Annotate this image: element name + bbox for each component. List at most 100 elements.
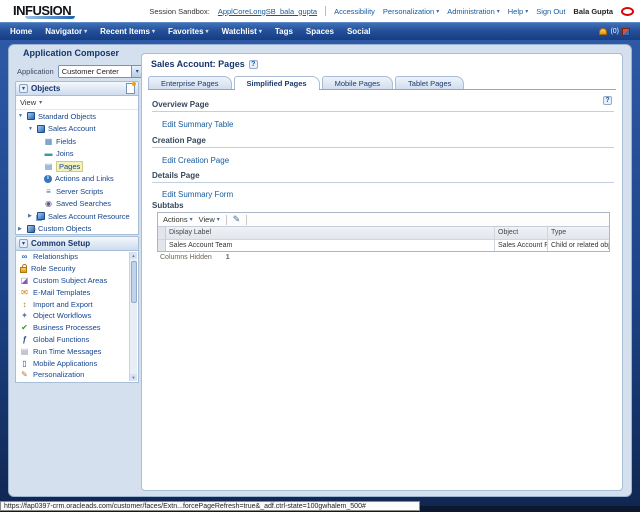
tree-item-pages[interactable]: Pages: [56, 161, 83, 172]
tree-item-actions-and-links[interactable]: Actions and Links: [55, 174, 114, 183]
nav-social[interactable]: Social: [347, 27, 371, 36]
chevron-down-icon: ▾: [436, 8, 439, 15]
edit-summary-form-link[interactable]: Edit Summary Form: [162, 190, 233, 199]
cell-type[interactable]: Child or related object: [548, 240, 609, 251]
creation-page-header: Creation Page: [152, 136, 206, 145]
table-row[interactable]: Sales Account Team Sales Account Resourc…: [158, 239, 609, 251]
tree-item-standard-objects[interactable]: Standard Objects: [38, 112, 96, 121]
new-page-icon[interactable]: [126, 83, 135, 94]
pages-icon: ▤: [44, 162, 53, 171]
mini-app-icon[interactable]: [622, 28, 630, 36]
common-setup-personalization[interactable]: Personalization: [33, 370, 84, 379]
notifications-bell-icon[interactable]: [599, 28, 607, 35]
tree-item-server-scripts[interactable]: Server Scripts: [56, 187, 103, 196]
common-setup-mobile-applications[interactable]: Mobile Applications: [33, 359, 97, 368]
nav-spaces[interactable]: Spaces: [306, 27, 334, 36]
cell-display-label[interactable]: Sales Account Team: [166, 240, 495, 251]
sales-account-pages-panel: Sales Account: Pages ? Enterprise Pages …: [141, 53, 623, 491]
edit-pencil-icon[interactable]: ✎: [233, 214, 241, 225]
scroll-down-icon[interactable]: ▼: [130, 374, 137, 381]
nav-recent-items[interactable]: Recent Items▾: [100, 27, 155, 36]
edit-creation-page-link[interactable]: Edit Creation Page: [162, 156, 229, 165]
tree-item-custom-objects[interactable]: Custom Objects: [38, 224, 91, 233]
object-cube-icon: [37, 125, 45, 133]
chevron-down-icon: ▾: [152, 28, 155, 35]
user-name: Bala Gupta: [573, 7, 613, 16]
actions-menu[interactable]: Actions▾: [163, 215, 193, 224]
list-item: ✦Object Workflows: [16, 310, 138, 322]
cell-object[interactable]: Sales Account Resource: [495, 240, 548, 251]
column-display-label[interactable]: Display Label: [166, 227, 495, 239]
list-item: ✉E-Mail Templates: [16, 286, 138, 298]
tree-item-sales-account-resource[interactable]: Sales Account Resource: [48, 212, 130, 221]
details-page-header: Details Page: [152, 171, 200, 180]
row-selector[interactable]: [158, 240, 166, 251]
sign-out-link[interactable]: Sign Out: [536, 7, 565, 16]
common-setup-role-security[interactable]: Role Security: [31, 264, 76, 273]
check-icon: ✔: [20, 323, 29, 332]
help-icon[interactable]: ?: [249, 60, 258, 69]
tab-simplified-pages[interactable]: Simplified Pages: [234, 76, 320, 89]
help-icon[interactable]: ?: [603, 96, 612, 105]
scrollbar[interactable]: ▲ ▼: [129, 252, 137, 381]
pencil-icon: ✎: [32, 226, 37, 235]
tree-row: i Actions and Links: [16, 173, 138, 186]
edit-summary-table-link[interactable]: Edit Summary Table: [162, 120, 233, 129]
common-setup-relationships[interactable]: Relationships: [33, 252, 78, 261]
messages-icon: ▤: [20, 347, 29, 356]
infusion-logo: INFUSION: [13, 3, 71, 18]
common-setup-business-processes[interactable]: Business Processes: [33, 323, 101, 332]
personalization-link[interactable]: Personalization: [383, 7, 434, 16]
tree-item-saved-searches[interactable]: Saved Searches: [56, 199, 111, 208]
chevron-down-icon: ▾: [497, 8, 500, 15]
objects-accordion-title: Objects: [31, 84, 123, 93]
column-object[interactable]: Object: [495, 227, 548, 239]
tree-item-joins[interactable]: Joins: [56, 149, 74, 158]
list-item: Role Security: [16, 263, 138, 275]
divider: [325, 6, 326, 16]
nav-home[interactable]: Home: [10, 27, 32, 36]
personalization-menu[interactable]: Personalization ▾: [383, 7, 439, 16]
column-type[interactable]: Type: [548, 227, 609, 239]
tree-view-menu[interactable]: View▾: [16, 96, 138, 110]
nav-navigator[interactable]: Navigator▾: [45, 27, 87, 36]
help-link[interactable]: Help: [508, 7, 523, 16]
expand-closed-icon[interactable]: ▶: [28, 213, 34, 219]
administration-link[interactable]: Administration: [447, 7, 495, 16]
tree-item-sales-account[interactable]: Sales Account: [48, 124, 96, 133]
tab-tablet-pages[interactable]: Tablet Pages: [395, 76, 464, 89]
common-setup-run-time-messages[interactable]: Run Time Messages: [33, 347, 101, 356]
nav-watchlist[interactable]: Watchlist▾: [222, 27, 262, 36]
tab-mobile-pages[interactable]: Mobile Pages: [322, 76, 393, 89]
expand-closed-icon[interactable]: ▶: [18, 226, 24, 232]
view-menu[interactable]: View▾: [199, 215, 220, 224]
common-setup-import-and-export[interactable]: Import and Export: [33, 300, 93, 309]
help-menu[interactable]: Help ▾: [508, 7, 528, 16]
objects-accordion-header[interactable]: ▾ Objects: [15, 81, 139, 96]
common-setup-email-templates[interactable]: E-Mail Templates: [33, 288, 90, 297]
divider: [152, 111, 614, 112]
common-setup-object-workflows[interactable]: Object Workflows: [33, 311, 91, 320]
logo-swoosh: [25, 16, 75, 19]
tree-row: ▶ ✎ Custom Objects: [16, 223, 138, 236]
chevron-down-icon: ▾: [217, 216, 220, 223]
collapse-icon[interactable]: ▾: [19, 84, 28, 93]
nav-favorites[interactable]: Favorites▾: [168, 27, 209, 36]
session-sandbox-link[interactable]: ApplCoreLongSB_bala_gupta: [218, 7, 317, 16]
accessibility-link[interactable]: Accessibility: [334, 7, 375, 16]
relationships-icon: ∞: [20, 252, 29, 261]
scroll-up-icon[interactable]: ▲: [130, 252, 137, 259]
nav-tags[interactable]: Tags: [275, 27, 293, 36]
application-select[interactable]: Customer Center ▾: [58, 65, 144, 78]
scrollbar-thumb[interactable]: [131, 261, 137, 303]
common-setup-accordion-header[interactable]: ▾ Common Setup: [15, 236, 139, 251]
expand-open-icon[interactable]: ▼: [18, 113, 24, 119]
expand-open-icon[interactable]: ▼: [28, 126, 34, 132]
list-item: ∞ Relationships: [16, 251, 138, 263]
common-setup-custom-subject-areas[interactable]: Custom Subject Areas: [33, 276, 107, 285]
administration-menu[interactable]: Administration ▾: [447, 7, 500, 16]
collapse-icon[interactable]: ▾: [19, 239, 28, 248]
tab-enterprise-pages[interactable]: Enterprise Pages: [148, 76, 232, 89]
tree-item-fields[interactable]: Fields: [56, 137, 76, 146]
common-setup-global-functions[interactable]: Global Functions: [33, 335, 89, 344]
